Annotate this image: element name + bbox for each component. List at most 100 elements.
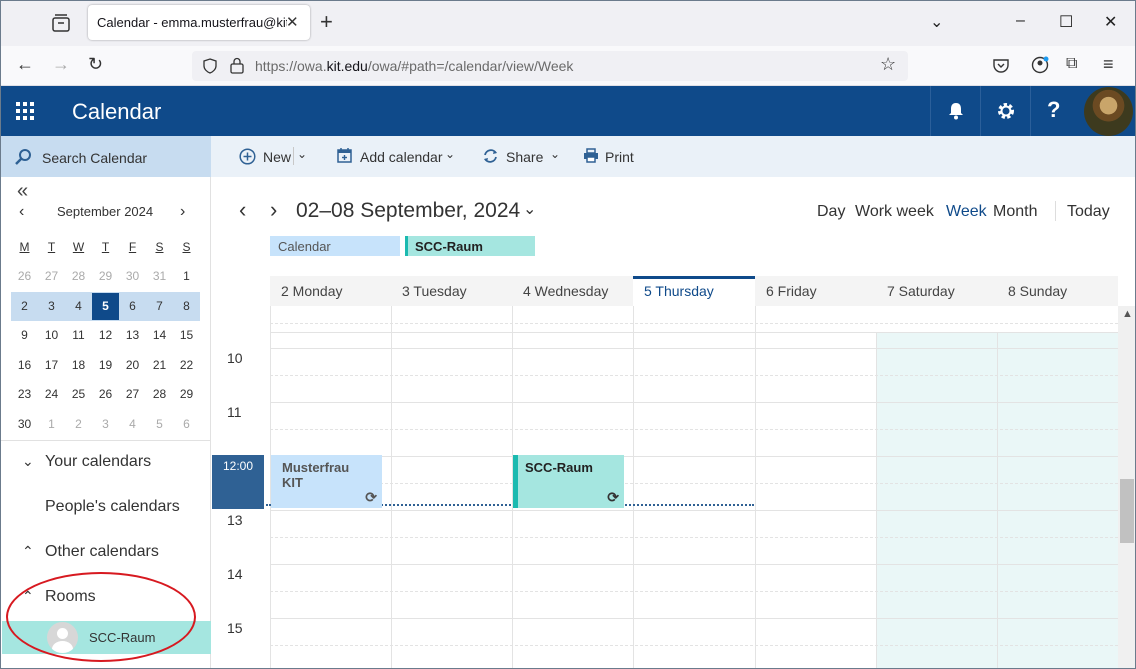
day-header[interactable]: 7 Saturday <box>876 276 997 306</box>
next-month-icon[interactable]: › <box>180 203 185 221</box>
close-window-button[interactable]: ✕ <box>1104 12 1117 32</box>
mini-calendar-day[interactable]: 1 <box>173 263 200 290</box>
time-grid[interactable]: 10 11 13 14 15 12:00 Musterfrau KIT ⟳ SC… <box>211 306 1136 669</box>
day-header[interactable]: 4 Wednesday <box>512 276 633 306</box>
shield-icon[interactable] <box>202 58 218 74</box>
mini-calendar-day[interactable]: 11 <box>65 322 92 349</box>
day-header[interactable]: 6 Friday <box>755 276 876 306</box>
mini-calendar-day[interactable]: 3 <box>38 293 65 320</box>
pocket-icon[interactable] <box>993 58 1009 73</box>
day-column[interactable] <box>391 306 512 669</box>
other-calendars-header[interactable]: Other calendars <box>45 543 159 561</box>
mini-calendar-day[interactable]: 30 <box>119 263 146 290</box>
legend-calendar[interactable]: Calendar <box>270 236 400 256</box>
mini-calendar-day[interactable]: 12 <box>92 322 119 349</box>
vertical-scrollbar[interactable]: ▲ <box>1118 306 1136 669</box>
mini-calendar-day[interactable]: 1 <box>38 411 65 438</box>
prev-month-icon[interactable]: ‹ <box>19 203 24 221</box>
reload-icon[interactable]: ↻ <box>88 54 103 75</box>
mini-calendar-day[interactable]: 10 <box>38 322 65 349</box>
browser-tab[interactable]: Calendar - emma.musterfrau@kit.edu ✕ <box>88 5 310 40</box>
mini-calendar-day[interactable]: 19 <box>92 352 119 379</box>
mini-calendar-day[interactable]: 9 <box>11 322 38 349</box>
mini-calendar-day[interactable]: 7 <box>146 293 173 320</box>
help-button[interactable]: ? <box>1030 86 1080 136</box>
mini-calendar-day[interactable]: 26 <box>92 381 119 408</box>
mini-calendar-day[interactable]: 28 <box>146 381 173 408</box>
new-button[interactable]: New ⌄ <box>239 136 311 177</box>
mini-calendar-day[interactable]: 28 <box>65 263 92 290</box>
notifications-button[interactable] <box>930 86 980 136</box>
tab-list-icon[interactable]: ⌄ <box>930 12 943 32</box>
collapse-pane-icon[interactable]: « <box>17 180 28 203</box>
day-header-today[interactable]: 5 Thursday <box>633 276 755 306</box>
share-button[interactable]: Share ⌄ <box>482 136 562 177</box>
chevron-up-icon[interactable]: ⌃ <box>22 543 34 560</box>
maximize-button[interactable]: ☐ <box>1059 12 1073 32</box>
mini-calendar-day[interactable]: 29 <box>173 381 200 408</box>
chevron-down-icon[interactable]: ⌄ <box>22 453 34 470</box>
prev-week-icon[interactable]: ‹ <box>239 197 246 223</box>
mini-calendar-day[interactable]: 20 <box>119 352 146 379</box>
lock-icon[interactable] <box>230 57 244 74</box>
mini-calendar-day[interactable]: 21 <box>146 352 173 379</box>
calendar-event[interactable]: Musterfrau KIT ⟳ <box>271 455 382 508</box>
mini-calendar-day[interactable]: 31 <box>146 263 173 290</box>
peoples-calendars-item[interactable]: People's calendars <box>45 498 180 516</box>
your-calendars-header[interactable]: Your calendars <box>45 453 151 471</box>
menu-icon[interactable]: ≡ <box>1103 54 1114 75</box>
bookmark-star-icon[interactable]: ☆ <box>880 54 896 75</box>
chevron-down-icon[interactable]: ⌄ <box>297 147 307 161</box>
search-box[interactable]: Search Calendar <box>0 136 211 177</box>
new-tab-button[interactable]: + <box>320 9 333 35</box>
date-range-title[interactable]: 02–08 September, 2024 <box>296 199 520 223</box>
mini-calendar-day[interactable]: 3 <box>92 411 119 438</box>
view-month[interactable]: Month <box>993 203 1037 221</box>
view-week[interactable]: Week <box>946 203 987 221</box>
account-icon[interactable] <box>1031 56 1049 74</box>
mini-calendar-day[interactable]: 30 <box>11 411 38 438</box>
minimize-button[interactable]: – <box>1016 12 1025 30</box>
mini-calendar-day[interactable]: 4 <box>65 293 92 320</box>
mini-calendar-day[interactable]: 27 <box>38 263 65 290</box>
mini-calendar-day[interactable]: 14 <box>146 322 173 349</box>
mini-calendar-day[interactable]: 25 <box>65 381 92 408</box>
mini-calendar-day[interactable]: 23 <box>11 381 38 408</box>
legend-scc-raum[interactable]: SCC-Raum <box>405 236 535 256</box>
scroll-up-icon[interactable]: ▲ <box>1122 308 1133 320</box>
print-button[interactable]: Print <box>583 136 643 177</box>
mini-calendar-day[interactable]: 27 <box>119 381 146 408</box>
mini-calendar-month[interactable]: September 2024 <box>57 204 153 219</box>
mini-calendar-day[interactable]: 8 <box>173 293 200 320</box>
mini-calendar-day[interactable]: 24 <box>38 381 65 408</box>
mini-calendar-day[interactable]: 26 <box>11 263 38 290</box>
tab-manager-icon[interactable] <box>50 12 72 34</box>
mini-calendar-day[interactable]: 2 <box>11 293 38 320</box>
mini-calendar-day[interactable]: 15 <box>173 322 200 349</box>
scroll-thumb[interactable] <box>1120 479 1134 543</box>
mini-calendar-day[interactable]: 13 <box>119 322 146 349</box>
mini-calendar-day[interactable]: 4 <box>119 411 146 438</box>
mini-calendar-day[interactable]: 6 <box>119 293 146 320</box>
day-header[interactable]: 2 Monday <box>270 276 391 306</box>
today-button[interactable]: Today <box>1067 203 1110 221</box>
tab-close-icon[interactable]: ✕ <box>286 13 299 31</box>
settings-button[interactable] <box>980 86 1030 136</box>
app-launcher-icon[interactable] <box>16 102 36 122</box>
mini-calendar-day[interactable]: 2 <box>65 411 92 438</box>
address-bar[interactable]: https://owa.kit.edu/owa/#path=/calendar/… <box>192 51 908 81</box>
mini-calendar-day[interactable]: 5 <box>92 292 119 320</box>
mini-calendar-day[interactable]: 16 <box>11 352 38 379</box>
view-day[interactable]: Day <box>817 203 845 221</box>
avatar[interactable] <box>1084 87 1133 136</box>
day-column[interactable] <box>633 306 755 669</box>
chevron-down-icon[interactable]: ⌄ <box>523 199 536 219</box>
extensions-icon[interactable]: ⧉ <box>1066 55 1077 73</box>
back-icon[interactable]: ← <box>16 54 34 75</box>
mini-calendar-day[interactable]: 5 <box>146 411 173 438</box>
mini-calendar-day[interactable]: 6 <box>173 411 200 438</box>
mini-calendar-day[interactable]: 22 <box>173 352 200 379</box>
add-calendar-button[interactable]: Add calendar ⌄ <box>337 136 457 177</box>
day-column[interactable] <box>755 306 876 669</box>
calendar-event[interactable]: SCC-Raum ⟳ <box>513 455 624 508</box>
